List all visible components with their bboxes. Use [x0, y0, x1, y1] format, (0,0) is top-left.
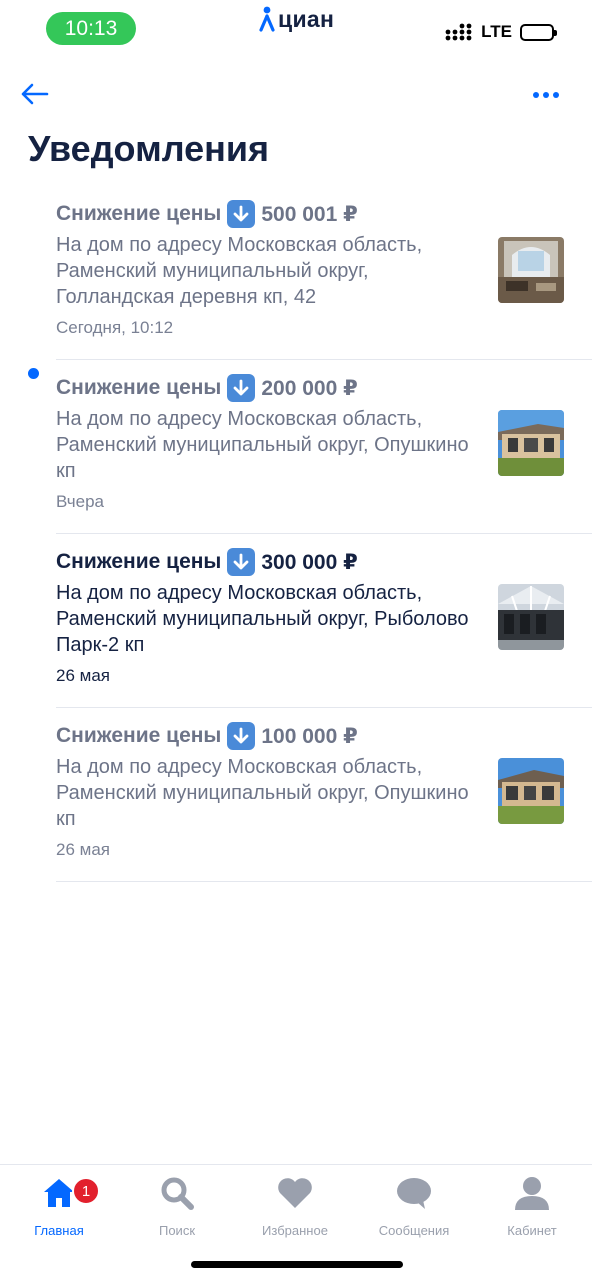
notification-item[interactable]: Снижение цены 100 000 ₽ На дом по адресу…: [0, 708, 592, 882]
tab-account[interactable]: Кабинет: [477, 1173, 587, 1239]
tab-favorites[interactable]: Избранное: [240, 1173, 350, 1239]
property-thumbnail[interactable]: [498, 758, 564, 824]
signal-icon: [445, 22, 473, 42]
notification-date: 26 мая: [56, 666, 110, 685]
status-time: 10:13: [46, 12, 136, 45]
user-icon: [512, 1173, 552, 1213]
tab-search[interactable]: Поиск: [122, 1173, 232, 1239]
network-type: LTE: [481, 22, 512, 41]
tab-label: Сообщения: [378, 1223, 450, 1238]
search-icon: [157, 1173, 197, 1213]
notification-heading: Снижение цены 300 000 ₽: [56, 548, 358, 576]
arrow-left-icon: [21, 83, 49, 105]
property-thumbnail[interactable]: [498, 237, 564, 303]
notification-list: Снижение цены 500 001 ₽ На дом по адресу…: [0, 186, 592, 882]
notification-title: Снижение цены: [56, 376, 222, 399]
notification-heading: Снижение цены 100 000 ₽: [56, 722, 358, 750]
status-indicators: LTE: [445, 22, 557, 42]
notification-amount: 200 000 ₽: [261, 376, 358, 400]
home-indicator[interactable]: [191, 1261, 403, 1268]
notification-heading: Снижение цены 500 001 ₽: [56, 200, 358, 228]
tab-label: Кабинет: [507, 1223, 557, 1238]
more-dot: [553, 92, 559, 98]
notification-heading: Снижение цены 200 000 ₽: [56, 374, 358, 402]
notification-date: 26 мая: [56, 840, 110, 859]
chat-bubble-icon: [394, 1173, 434, 1213]
arrow-down-icon: [227, 374, 256, 402]
back-button[interactable]: [14, 76, 54, 112]
notification-amount: 300 000 ₽: [261, 550, 358, 574]
tab-messages[interactable]: Сообщения: [359, 1173, 469, 1239]
notification-address: На дом по адресу Московская область, Рам…: [56, 756, 469, 830]
more-button[interactable]: [526, 82, 566, 108]
tab-home[interactable]: 1 Главная: [4, 1173, 114, 1239]
property-thumbnail[interactable]: [498, 584, 564, 650]
notification-address: На дом по адресу Московская область, Рам…: [56, 582, 469, 656]
notification-address: На дом по адресу Московская область, Рам…: [56, 408, 469, 482]
status-bar: 10:13 циан LTE: [0, 0, 592, 60]
heart-icon: [275, 1173, 315, 1213]
cian-logo: циан: [259, 4, 334, 34]
notification-item[interactable]: Снижение цены 200 000 ₽ На дом по адресу…: [0, 360, 592, 534]
notification-title: Снижение цены: [56, 202, 222, 225]
notification-item[interactable]: Снижение цены 500 001 ₽ На дом по адресу…: [0, 186, 592, 360]
arrow-down-icon: [227, 548, 256, 576]
tab-label: Поиск: [158, 1223, 196, 1238]
property-thumbnail[interactable]: [498, 410, 564, 476]
notification-date: Вчера: [56, 492, 104, 511]
page-title: Уведомления: [28, 128, 269, 169]
cian-logo-text: циан: [278, 5, 335, 32]
arrow-down-icon: [227, 200, 256, 228]
notification-amount: 100 000 ₽: [261, 724, 358, 748]
cian-logo-icon: [259, 6, 275, 32]
notification-title: Снижение цены: [56, 724, 222, 747]
notification-amount: 500 001 ₽: [261, 202, 358, 226]
arrow-down-icon: [227, 722, 256, 750]
tab-label: Избранное: [262, 1223, 328, 1238]
more-dot: [543, 92, 549, 98]
battery-icon: [520, 23, 557, 41]
tab-label: Главная: [34, 1223, 84, 1238]
notification-title: Снижение цены: [56, 550, 222, 573]
notification-item[interactable]: Снижение цены 300 000 ₽ На дом по адресу…: [0, 534, 592, 708]
more-dots-icon: [533, 92, 539, 98]
notification-date: Сегодня, 10:12: [56, 318, 174, 337]
notification-badge: 1: [72, 1177, 100, 1205]
notification-address: На дом по адресу Московская область, Рам…: [56, 234, 423, 308]
